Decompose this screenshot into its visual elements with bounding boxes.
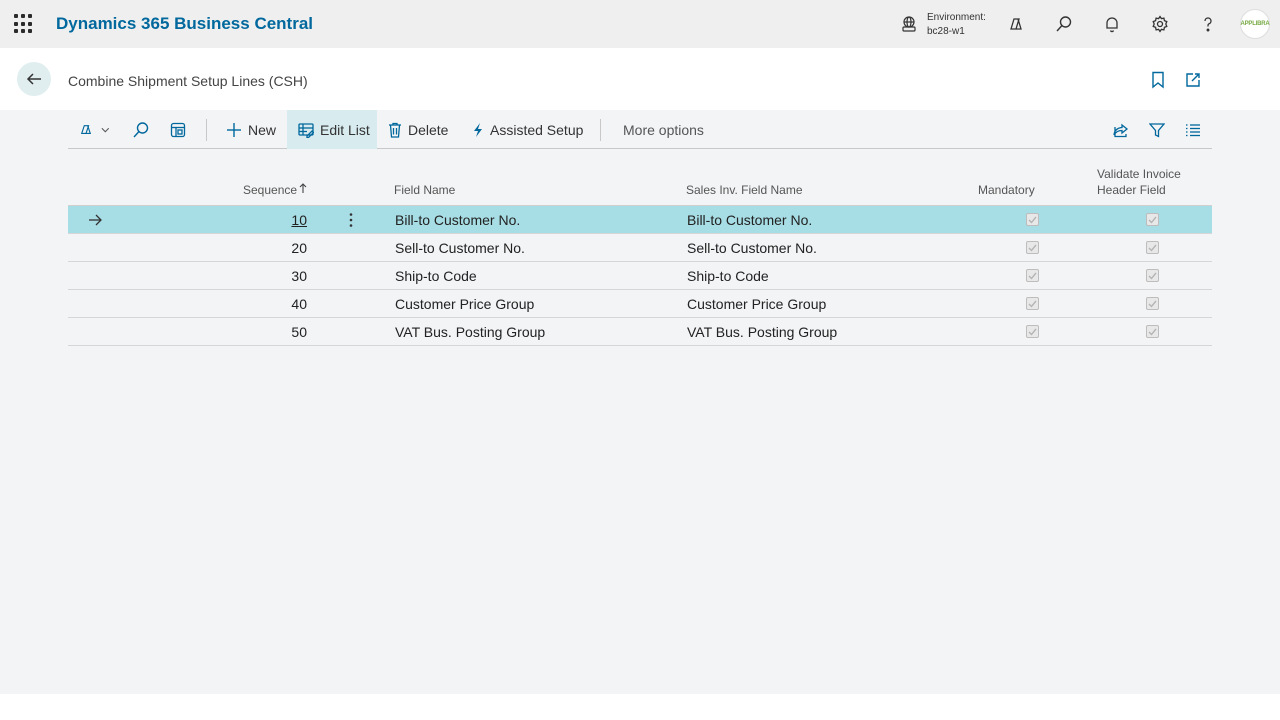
filter-button[interactable] [1149,110,1171,149]
environment-info[interactable]: Environment: bc28-w1 [927,11,986,39]
filter-icon [1149,122,1165,138]
plus-icon [227,122,241,137]
cell-sales-inv-field-name[interactable]: Sell-to Customer No. [687,240,817,256]
mandatory-checkbox[interactable] [1026,213,1039,226]
cell-sequence[interactable]: 50 [267,324,307,340]
table-row[interactable]: 20 Sell-to Customer No. Sell-to Customer N… [68,234,1212,262]
table-row[interactable]: 30 Ship-to Code Ship-to Code [68,262,1212,290]
mandatory-checkbox[interactable] [1026,269,1039,282]
cell-sequence[interactable]: 40 [267,296,307,312]
trash-icon [389,122,401,138]
more-options-button[interactable]: More options [623,110,704,149]
view-switcher-button[interactable] [80,110,116,149]
divider [206,119,207,141]
avatar[interactable]: APPLIBRA [1240,9,1270,39]
mandatory-checkbox[interactable] [1026,241,1039,254]
app-title[interactable]: Dynamics 365 Business Central [56,14,313,34]
list-view-button[interactable] [1185,110,1207,149]
gear-icon[interactable] [1148,12,1172,36]
table-row[interactable]: 10 Bill-to Customer No. Bill-to Customer N… [68,206,1212,234]
column-header-sales-inv-field-name[interactable]: Sales Inv. Field Name [686,182,803,198]
edit-list-button-label: Edit List [320,121,370,138]
table-row[interactable]: 40 Customer Price Group Customer Price Gro… [68,290,1212,318]
mandatory-checkbox[interactable] [1026,297,1039,310]
chevron-down-icon [101,127,110,132]
grid-header: Sequence Field Name Sales Inv. Field Nam… [68,156,1212,206]
lightning-icon [474,122,482,137]
new-button[interactable]: New [226,110,276,149]
cell-field-name[interactable]: VAT Bus. Posting Group [395,324,545,340]
back-button[interactable] [17,62,51,96]
cell-field-name[interactable]: Ship-to Code [395,268,477,284]
bookmark-icon[interactable] [1148,70,1168,90]
arrow-left-icon [26,73,41,85]
column-header-mandatory[interactable]: Mandatory [978,182,1035,198]
column-header-sequence[interactable]: Sequence [243,182,307,198]
cell-sequence[interactable]: 10 [267,212,307,228]
search-icon [133,121,149,137]
cell-sequence[interactable]: 20 [267,240,307,256]
column-header-validate-line1: Validate Invoice [1097,167,1181,181]
list-icon [1186,123,1200,136]
validate-header-checkbox[interactable] [1146,241,1159,254]
bell-icon[interactable] [1100,12,1124,36]
search-list-button[interactable] [132,110,156,149]
search-icon[interactable] [1052,12,1076,36]
share-icon [1113,123,1129,137]
delete-button[interactable]: Delete [388,110,448,149]
share-button[interactable] [1112,110,1136,149]
row-actions-icon[interactable] [349,212,353,233]
table-row[interactable]: 50 VAT Bus. Posting Group VAT Bus. Posting… [68,318,1212,346]
divider [600,119,601,141]
column-header-validate-invoice-header-field[interactable]: Validate Invoice Header Field [1097,166,1181,198]
analysis-mode-button[interactable] [170,110,192,149]
sort-ascending-icon [299,183,307,193]
action-bar: New Edit List Delete Assisted Setup More… [68,110,1212,149]
edit-list-button[interactable]: Edit List [287,110,377,149]
cell-sales-inv-field-name[interactable]: VAT Bus. Posting Group [687,324,837,340]
delete-button-label: Delete [408,121,449,138]
cell-sales-inv-field-name[interactable]: Bill-to Customer No. [687,212,812,228]
help-icon[interactable] [1196,12,1220,36]
validate-header-checkbox[interactable] [1146,297,1159,310]
mandatory-checkbox[interactable] [1026,325,1039,338]
page-header: Combine Shipment Setup Lines (CSH) [0,48,1280,110]
validate-header-checkbox[interactable] [1146,213,1159,226]
validate-header-checkbox[interactable] [1146,269,1159,282]
validate-header-checkbox[interactable] [1146,325,1159,338]
cell-sequence[interactable]: 30 [267,268,307,284]
assisted-setup-button-label: Assisted Setup [490,121,584,138]
analysis-icon [170,122,186,137]
bottom-strip [0,694,1280,720]
cell-field-name[interactable]: Bill-to Customer No. [395,212,520,228]
column-header-field-name[interactable]: Field Name [394,182,455,198]
open-new-window-icon[interactable] [1183,70,1203,90]
column-header-sequence-label: Sequence [243,183,298,197]
environment-label: Environment: [927,12,986,23]
environment-icon [902,16,916,32]
page-title: Combine Shipment Setup Lines (CSH) [68,73,308,89]
app-bar: Dynamics 365 Business Central Environmen… [0,0,1280,48]
cell-sales-inv-field-name[interactable]: Ship-to Code [687,268,769,284]
copilot-icon[interactable] [1004,12,1028,36]
column-header-validate-line2: Header Field [1097,183,1166,197]
environment-value: bc28-w1 [927,26,965,37]
new-button-label: New [248,121,277,138]
app-launcher-icon[interactable] [14,14,34,34]
assisted-setup-button[interactable]: Assisted Setup [472,110,583,149]
cell-field-name[interactable]: Sell-to Customer No. [395,240,525,256]
content-area: New Edit List Delete Assisted Setup More… [0,110,1280,694]
layers-icon [80,124,92,134]
edit-list-icon [298,122,314,138]
cell-field-name[interactable]: Customer Price Group [395,296,534,312]
current-row-arrow-icon [88,213,102,231]
cell-sales-inv-field-name[interactable]: Customer Price Group [687,296,826,312]
